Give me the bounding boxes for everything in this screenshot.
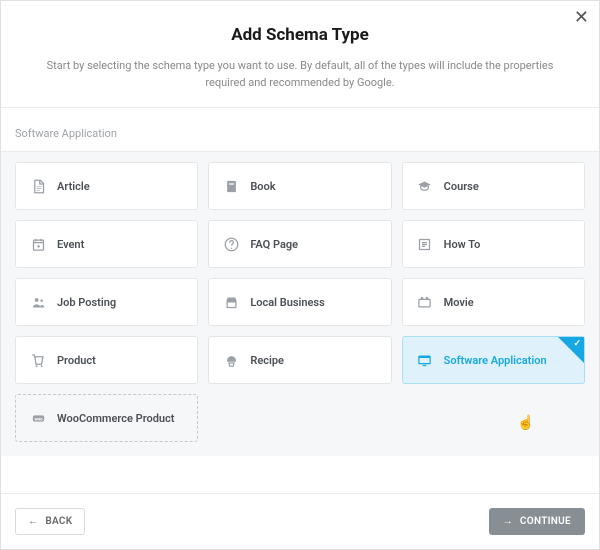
schema-card-software[interactable]: Software Application ✓ xyxy=(402,336,585,384)
schema-card-local[interactable]: Local Business xyxy=(208,278,391,326)
schema-card-product[interactable]: Product xyxy=(15,336,198,384)
schema-card-label: Recipe xyxy=(250,354,284,367)
job-icon xyxy=(30,294,46,310)
back-button[interactable]: ← BACK xyxy=(15,508,85,535)
schema-card-howto[interactable]: How To xyxy=(402,220,585,268)
schema-card-book[interactable]: Book xyxy=(208,162,391,210)
continue-label: CONTINUE xyxy=(520,516,571,527)
schema-card-label: Product xyxy=(57,354,96,367)
schema-card-recipe[interactable]: Recipe xyxy=(208,336,391,384)
article-icon xyxy=(30,178,46,194)
svg-text:woo: woo xyxy=(34,417,43,422)
schema-card-faq[interactable]: FAQ Page xyxy=(208,220,391,268)
check-icon: ✓ xyxy=(573,339,581,349)
schema-card-label: Software Application xyxy=(444,354,547,367)
course-icon xyxy=(417,178,433,194)
modal-title: Add Schema Type xyxy=(37,25,563,45)
schema-card-label: How To xyxy=(444,238,481,251)
movie-icon xyxy=(417,294,433,310)
schema-card-label: Event xyxy=(57,238,84,251)
howto-icon xyxy=(417,236,433,252)
schema-card-movie[interactable]: Movie xyxy=(402,278,585,326)
schema-card-label: Movie xyxy=(444,296,474,309)
modal-header: Add Schema Type Start by selecting the s… xyxy=(1,1,599,107)
local-icon xyxy=(223,294,239,310)
schema-card-article[interactable]: Article xyxy=(15,162,198,210)
arrow-right-icon: → xyxy=(503,516,513,527)
modal-footer: ← BACK → CONTINUE xyxy=(1,493,599,549)
schema-card-label: Course xyxy=(444,180,479,193)
arrow-left-icon: ← xyxy=(28,516,38,527)
schema-card-label: WooCommerce Product xyxy=(57,412,175,425)
schema-card-label: Article xyxy=(57,180,90,193)
schema-card-label: Local Business xyxy=(250,296,324,309)
book-icon xyxy=(223,178,239,194)
schema-card-event[interactable]: Event xyxy=(15,220,198,268)
close-icon[interactable]: ✕ xyxy=(574,7,589,28)
schema-card-job[interactable]: Job Posting xyxy=(15,278,198,326)
schema-search-input[interactable] xyxy=(15,127,585,140)
schema-grid: Article Book Course Event FAQ Page How To Job … xyxy=(1,152,599,456)
recipe-icon xyxy=(223,352,239,368)
schema-card-label: Job Posting xyxy=(57,296,116,309)
product-icon xyxy=(30,352,46,368)
search-area xyxy=(1,108,599,151)
schema-card-woo[interactable]: woo WooCommerce Product xyxy=(15,394,198,442)
woo-icon: woo xyxy=(30,410,46,426)
schema-card-label: Book xyxy=(250,180,275,193)
software-icon xyxy=(417,352,433,368)
continue-button[interactable]: → CONTINUE xyxy=(489,508,585,535)
event-icon xyxy=(30,236,46,252)
schema-card-label: FAQ Page xyxy=(250,238,298,251)
faq-icon xyxy=(223,236,239,252)
modal-subtitle: Start by selecting the schema type you w… xyxy=(37,57,563,91)
schema-card-course[interactable]: Course xyxy=(402,162,585,210)
back-label: BACK xyxy=(45,516,72,527)
